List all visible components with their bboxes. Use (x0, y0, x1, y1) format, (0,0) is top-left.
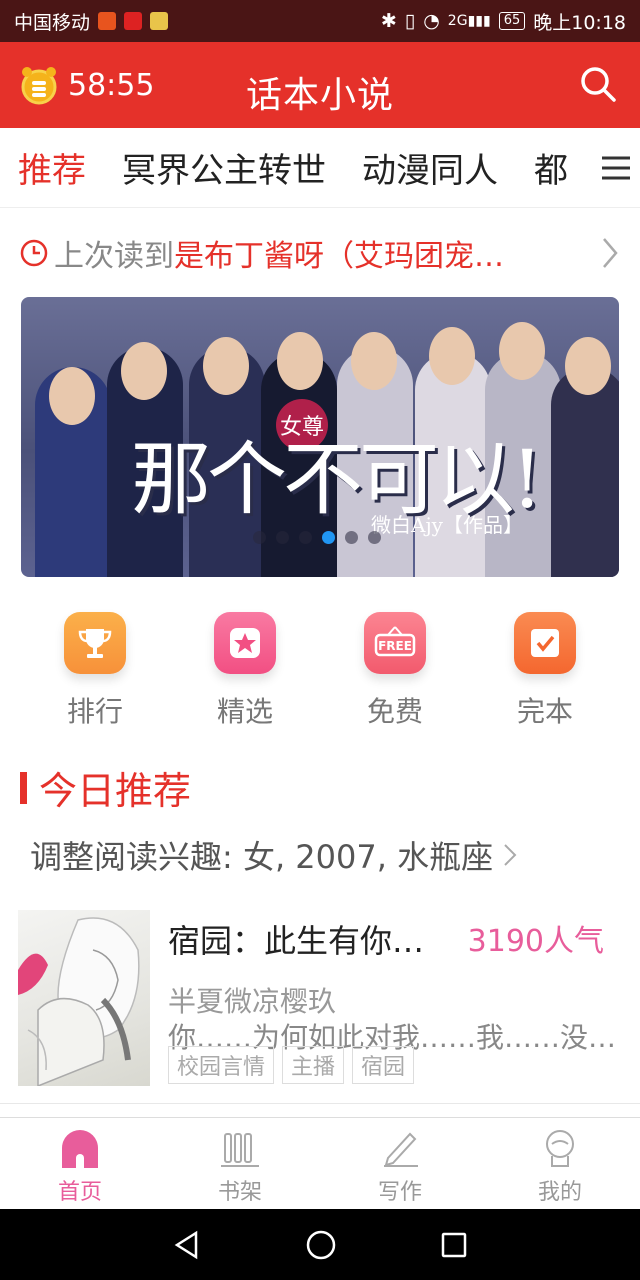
carousel-dot[interactable] (345, 531, 358, 544)
nav-write[interactable]: 写作 (320, 1118, 480, 1209)
free-icon: FREE (364, 612, 426, 674)
trophy-icon (64, 612, 126, 674)
app-title: 话本小说 (245, 75, 394, 116)
banner-author: 微白Ajy【作品】 (371, 513, 523, 537)
svg-text:FREE: FREE (378, 639, 412, 653)
battery-icon: 65 (498, 12, 526, 30)
bottom-nav: 首页 书架 写作 我的 (0, 1117, 640, 1209)
recents-icon[interactable] (440, 1231, 468, 1259)
book-tag[interactable]: 校园言情 (168, 1046, 275, 1084)
history-clock-icon (20, 239, 48, 267)
menu-icon[interactable] (600, 152, 632, 184)
section-marker (20, 771, 27, 804)
book-author: 半夏微凉樱玖 (168, 985, 337, 1018)
ranking-link[interactable]: 排行 (20, 612, 170, 732)
last-read-book: 是布丁酱呀（艾玛团宠… (174, 239, 504, 274)
nav-home-label: 首页 (57, 1180, 102, 1205)
nav-home[interactable]: 首页 (0, 1118, 160, 1209)
tab-category[interactable]: 都 (534, 143, 568, 192)
free-link[interactable]: FREE 免费 (320, 612, 470, 732)
system-nav-bar (0, 1209, 640, 1280)
last-read-label: 上次读到 (54, 239, 174, 274)
book-tag[interactable]: 主播 (282, 1046, 345, 1084)
chevron-right-icon (504, 844, 517, 866)
vibrate-icon: ▯ (404, 10, 416, 32)
carousel-dots (253, 531, 381, 544)
banner-figure (499, 322, 545, 380)
nav-write-label: 写作 (377, 1180, 422, 1205)
status-bar: 中国移动 ✱ ▯ ◔ 2G▮▮▮ 65 晚上10:18 (0, 0, 640, 42)
category-tabs: 推荐 冥界公主转世 动漫同人 都 (0, 128, 640, 208)
carousel-dot[interactable] (368, 531, 381, 544)
app-notification-icon (98, 12, 117, 30)
banner-figure (351, 332, 397, 390)
tab-recommend[interactable]: 推荐 (18, 143, 86, 192)
banner-figure (49, 367, 95, 425)
banner-figure (429, 327, 475, 385)
check-icon (514, 612, 576, 674)
carousel-dot[interactable] (276, 531, 289, 544)
reading-interest-text: 调整阅读兴趣: 女, 2007, 水瓶座 (30, 838, 494, 876)
book-cover (18, 910, 150, 1086)
bluetooth-icon: ✱ (380, 10, 397, 32)
nav-profile-label: 我的 (537, 1180, 582, 1205)
book-title: 宿园：此生有你… (168, 922, 425, 960)
book-tag[interactable]: 宿园 (352, 1046, 415, 1084)
nav-bookshelf-label: 书架 (217, 1180, 262, 1205)
banner-figure (277, 332, 323, 390)
divider (0, 1103, 640, 1104)
book-list-item[interactable]: 宿园：此生有你… 3190人气 半夏微凉樱玖 你……为何如此对我……我……没… … (18, 910, 622, 1090)
today-recommend-header: 今日推荐 (20, 760, 191, 815)
clock-time: 晚上10:18 (533, 11, 626, 34)
search-icon[interactable] (578, 64, 618, 104)
app-notification-icon (150, 12, 169, 30)
banner-figure (551, 367, 619, 577)
completed-label: 完本 (516, 695, 573, 728)
carrier-label: 中国移动 (14, 11, 91, 34)
app-header: 58:55 话本小说 (0, 42, 640, 128)
signal-icon: 2G▮▮▮ (447, 13, 491, 29)
carousel-dot[interactable] (299, 531, 312, 544)
ranking-label: 排行 (66, 695, 123, 728)
book-popularity: 3190人气 (467, 924, 604, 959)
reading-interest-link[interactable]: 调整阅读兴趣: 女, 2007, 水瓶座 (30, 832, 517, 878)
banner-figure (565, 337, 611, 395)
banner-figure (121, 342, 167, 400)
profile-icon (546, 1130, 574, 1167)
section-title: 今日推荐 (39, 769, 192, 813)
wifi-icon: ◔ (423, 10, 440, 32)
banner-figure (203, 337, 249, 395)
pen-icon (384, 1132, 418, 1167)
app-notification-icon (124, 12, 143, 30)
last-read-bar[interactable]: 上次读到 是布丁酱呀（艾玛团宠… (20, 228, 620, 278)
home-icon (62, 1130, 98, 1168)
featured-link[interactable]: 精选 (170, 612, 320, 732)
featured-label: 精选 (216, 695, 273, 728)
chevron-right-icon (603, 238, 618, 268)
nav-profile[interactable]: 我的 (480, 1118, 640, 1209)
promo-banner[interactable]: 女尊 那个不可以! 微白Ajy【作品】 (21, 297, 619, 577)
free-label: 免费 (366, 695, 423, 728)
quick-links: 排行 精选 FREE 免费 完本 (0, 612, 640, 732)
tab-category[interactable]: 动漫同人 (362, 143, 498, 192)
carousel-dot-active[interactable] (322, 531, 335, 544)
completed-link[interactable]: 完本 (470, 612, 620, 732)
carousel-dot[interactable] (253, 531, 266, 544)
book-tags: 校园言情 主播 宿园 (168, 1046, 415, 1084)
tab-category[interactable]: 冥界公主转世 (122, 143, 326, 192)
star-icon (214, 612, 276, 674)
home-circle-icon[interactable] (305, 1229, 337, 1261)
bookshelf-icon (221, 1133, 259, 1167)
back-icon[interactable] (172, 1230, 202, 1260)
nav-bookshelf[interactable]: 书架 (160, 1118, 320, 1209)
